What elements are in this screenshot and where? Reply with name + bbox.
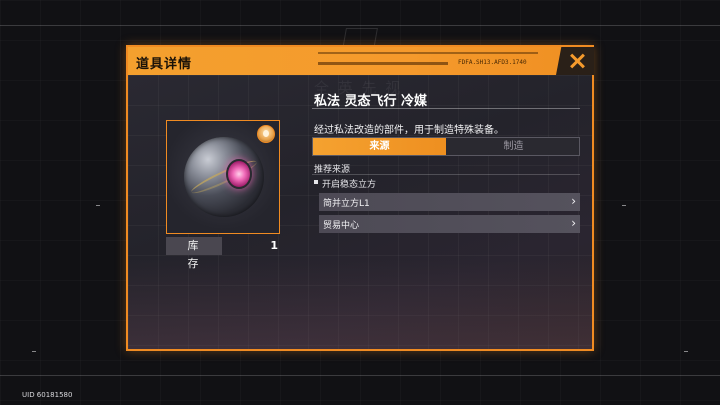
close-button[interactable] — [556, 47, 594, 75]
orb-component-icon — [184, 137, 264, 217]
source-button-label: 简并立方L1 — [323, 199, 370, 209]
bullet-icon — [314, 180, 318, 184]
chevron-right-icon: › — [571, 194, 576, 208]
decor-tick — [684, 351, 688, 352]
stock-row: 库存 1 — [166, 237, 280, 270]
decor-tick — [622, 205, 626, 206]
decor-tick — [32, 351, 36, 352]
source-hint-text: 开启稳态立方 — [322, 180, 377, 190]
user-id: UID 60181580 — [22, 391, 73, 399]
divider — [312, 108, 580, 109]
source-craft-tabs: 来源 制造 — [312, 137, 580, 156]
decor-tick — [96, 205, 100, 206]
source-button-degenerate-cube[interactable]: 简并立方L1 › — [319, 193, 580, 211]
item-name: 私法 灵态飞行 冷媒 — [314, 94, 428, 109]
item-description: 经过私法改造的部件，用于制造特殊装备。 — [314, 125, 504, 136]
source-button-trade-center[interactable]: 贸易中心 › — [319, 215, 580, 233]
tab-source[interactable]: 来源 — [313, 138, 446, 155]
item-detail-dialog: 道具详情 FDFA.SH13.AFD3.1740 库存 1 全 英 先 视 私法… — [126, 45, 594, 351]
decor-line — [0, 25, 720, 26]
dialog-title: 道具详情 — [136, 57, 193, 72]
dialog-header: 道具详情 FDFA.SH13.AFD3.1740 — [128, 47, 594, 75]
character-avatar-icon — [257, 125, 275, 143]
item-image-frame — [166, 120, 280, 234]
chevron-right-icon: › — [571, 216, 576, 230]
tab-craft[interactable]: 制造 — [447, 138, 580, 155]
stock-value: 1 — [270, 239, 278, 252]
header-stripe — [318, 52, 538, 54]
header-stripe — [318, 62, 448, 65]
divider — [312, 174, 580, 175]
stock-label: 库存 — [166, 237, 222, 270]
source-button-label: 贸易中心 — [323, 221, 360, 231]
header-code: FDFA.SH13.AFD3.1740 — [458, 59, 527, 66]
orb-core-glow — [226, 159, 252, 189]
decor-line — [0, 375, 720, 376]
